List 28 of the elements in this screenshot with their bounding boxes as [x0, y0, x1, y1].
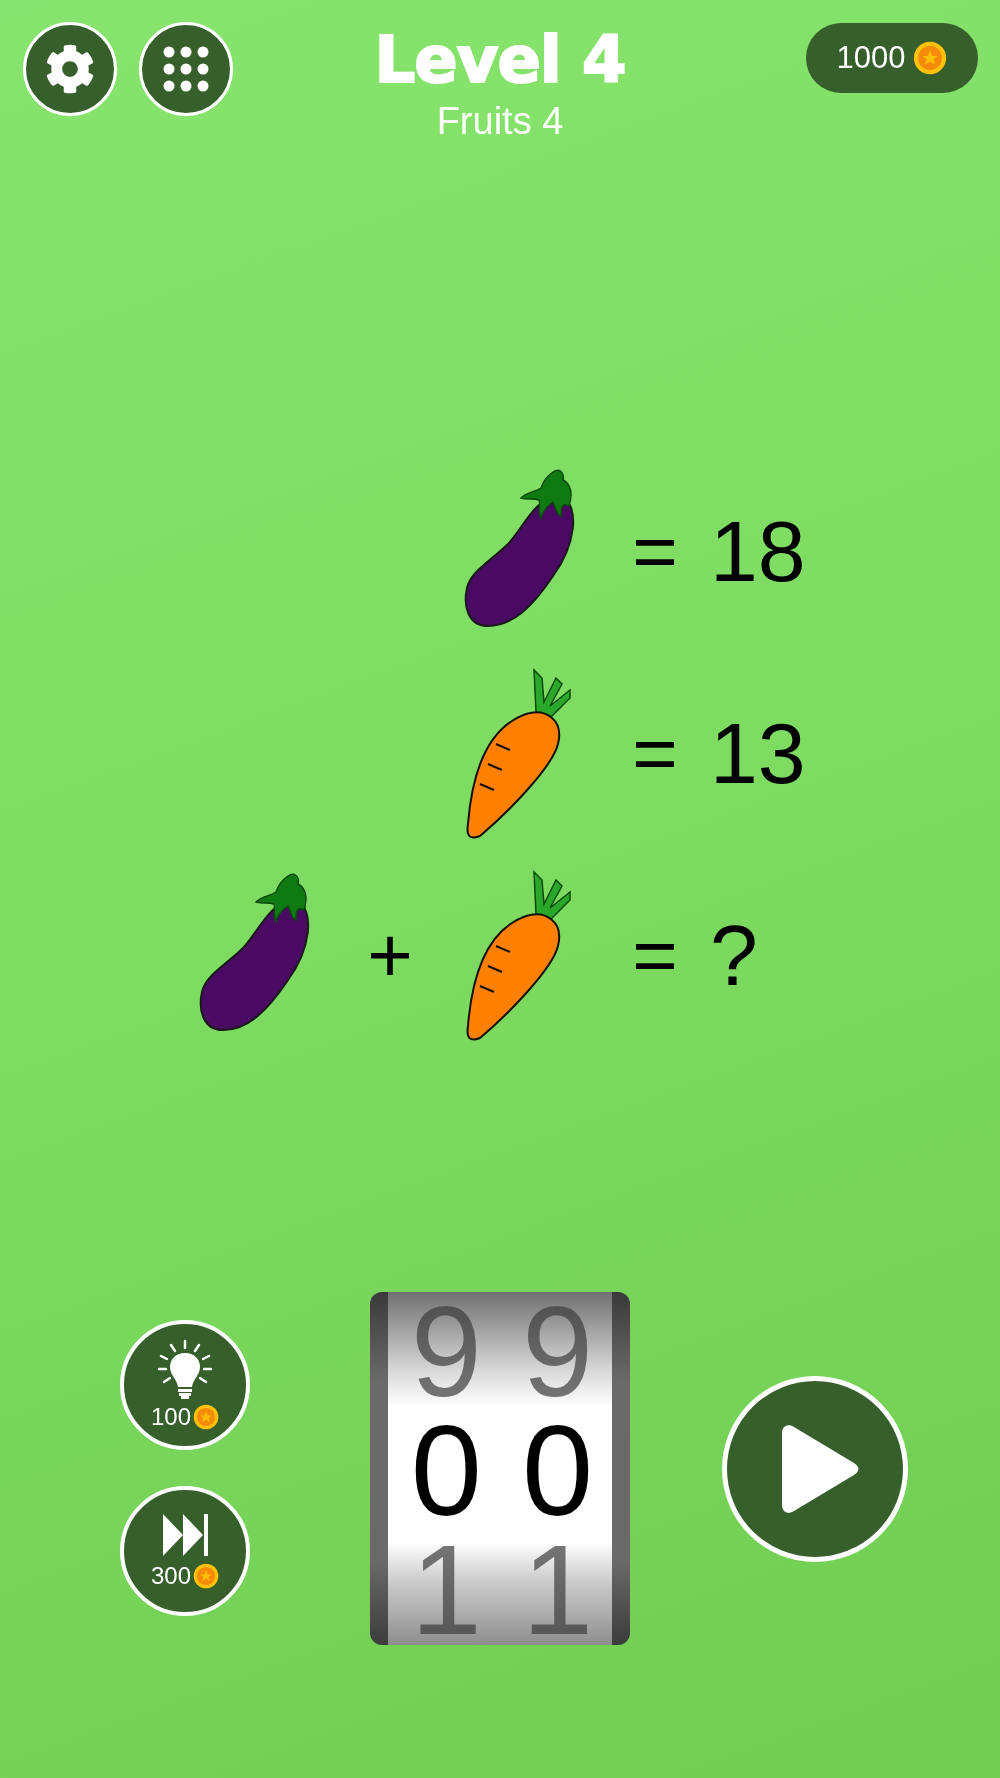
grid-icon [163, 46, 209, 92]
coin-icon [193, 1404, 219, 1430]
equation-result: ? [710, 912, 758, 998]
settings-icon [45, 44, 95, 94]
equals-sign: = [632, 512, 678, 590]
coin-icon [913, 41, 948, 75]
cost-label: 300 [150, 1562, 191, 1590]
skip-icon [161, 1512, 209, 1558]
digit: 9 [522, 1292, 594, 1411]
skip-button[interactable]: 300 [120, 1486, 250, 1616]
digit: 1 [410, 1530, 482, 1645]
equals-sign: = [632, 714, 678, 792]
equation-result: 13 [710, 710, 806, 796]
cost-label: 100 [150, 1403, 191, 1431]
coin-count: 1000 [836, 40, 906, 76]
operator: + [367, 916, 413, 994]
digit: 9 [410, 1292, 482, 1411]
digit: 0 [410, 1411, 482, 1530]
digit: 0 [522, 1411, 594, 1530]
equals-sign: = [632, 916, 678, 994]
level-subtitle: Fruits 4 [436, 99, 564, 144]
digit: 1 [522, 1530, 594, 1645]
coin-icon [193, 1563, 219, 1589]
level-title: Level 4 [374, 22, 626, 98]
hint-button[interactable]: 100 [120, 1320, 250, 1450]
play-icon [780, 1422, 860, 1515]
equation-result: 18 [710, 508, 806, 594]
lightbulb-icon [156, 1339, 214, 1399]
